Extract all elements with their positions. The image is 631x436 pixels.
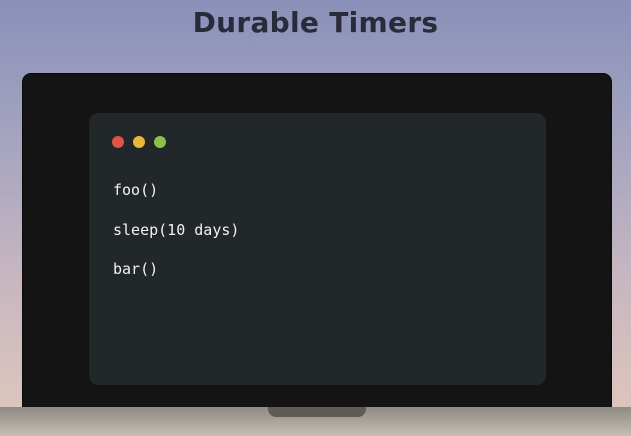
laptop-notch: [268, 407, 366, 417]
close-window-dot-icon[interactable]: [112, 136, 124, 148]
slide-title: Durable Timers: [192, 6, 439, 39]
minimize-window-dot-icon[interactable]: [133, 136, 145, 148]
code-line-foo: foo(): [113, 181, 159, 199]
code-line-sleep: sleep(10 days): [113, 221, 240, 239]
maximize-window-dot-icon[interactable]: [154, 136, 166, 148]
code-window: [89, 113, 546, 385]
code-line-bar: bar(): [113, 260, 159, 278]
